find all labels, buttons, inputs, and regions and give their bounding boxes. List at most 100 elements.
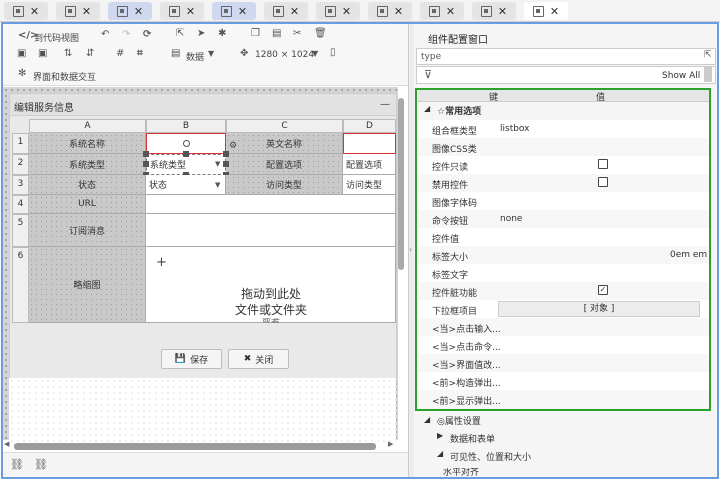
close-tab-icon[interactable]: ✕ [342, 6, 351, 17]
document-tab[interactable]: ✕ [472, 2, 516, 20]
add-file-button[interactable]: + [156, 255, 167, 270]
section-attribute-settings[interactable]: ◎属性设置 [437, 414, 481, 427]
close-tab-icon[interactable]: ✕ [394, 6, 403, 17]
close-tab-icon[interactable]: ✕ [82, 6, 91, 17]
close-tab-icon[interactable]: ✕ [498, 6, 507, 17]
type-search-input[interactable]: type [416, 48, 716, 65]
document-icon [220, 5, 232, 17]
chevron-down-icon[interactable]: ▼ [215, 160, 220, 168]
document-tab[interactable]: ✕ [264, 2, 308, 20]
save-button[interactable]: 💾 保存 [161, 349, 222, 369]
close-tab-icon[interactable]: ✕ [30, 6, 39, 17]
grid-icon[interactable]: # [116, 48, 124, 60]
minimize-button[interactable]: — [380, 99, 390, 110]
expand-icon[interactable]: ▶ [437, 431, 443, 440]
align-top-icon[interactable]: ⇅ [64, 48, 72, 60]
design-canvas-lower[interactable] [9, 378, 396, 442]
document-icon [272, 5, 284, 17]
mobile-icon[interactable]: ▯ [330, 47, 336, 59]
row-header-1[interactable]: 1 [12, 133, 29, 154]
row-header-4[interactable]: 4 [12, 195, 29, 214]
interaction-button[interactable]: 界面和数据交互 [33, 70, 96, 83]
document-tab[interactable]: ✕ [316, 2, 360, 20]
gear-icon[interactable]: ⚙ [229, 141, 237, 151]
document-tab[interactable]: ✕ [524, 2, 568, 20]
close-button[interactable]: ✖ 关闭 [228, 349, 289, 369]
radio-icon [182, 140, 190, 147]
snap-grid-icon[interactable]: ⌗ [137, 48, 143, 60]
status-combobox[interactable]: 状态 [146, 175, 226, 195]
row-header-3[interactable]: 3 [12, 175, 29, 195]
redo-icon[interactable]: ↷ [122, 29, 130, 41]
align-bottom-icon[interactable]: ⇵ [86, 48, 94, 60]
resize-handle[interactable] [143, 151, 149, 157]
resize-handle[interactable] [223, 161, 229, 167]
copy-icon[interactable]: ❐ [251, 28, 260, 40]
scroll-left-icon[interactable]: ◀ [4, 440, 9, 448]
url-input[interactable] [146, 195, 396, 214]
collapse-icon[interactable]: ◢ [437, 449, 443, 458]
undo-icon[interactable]: ↶ [101, 29, 109, 41]
subscription-input[interactable] [146, 214, 396, 247]
refresh-icon[interactable]: ⟳ [143, 29, 151, 41]
collapse-arrow-icon[interactable]: › [409, 245, 412, 254]
resize-handle[interactable] [143, 161, 149, 167]
column-header-d[interactable]: D [343, 119, 396, 133]
document-tab[interactable]: ✕ [4, 2, 48, 20]
row-header-5[interactable]: 5 [12, 214, 29, 247]
close-tab-icon[interactable]: ✕ [446, 6, 455, 17]
document-icon [532, 5, 544, 17]
access-type-input[interactable]: 访问类型 [343, 175, 396, 195]
filter-icon[interactable]: ⊽ [424, 68, 432, 81]
delete-icon[interactable]: 🗑 [314, 28, 327, 40]
unlink-icon[interactable]: ⛓ [34, 458, 48, 471]
chevron-down-icon: ▼ [312, 49, 319, 58]
column-header-a[interactable]: A [29, 119, 146, 133]
document-tab[interactable]: ✕ [368, 2, 412, 20]
column-header-c[interactable]: C [226, 119, 343, 133]
document-tab[interactable]: ✕ [56, 2, 100, 20]
close-tab-icon[interactable]: ✕ [186, 6, 195, 17]
chevron-down-icon[interactable]: ▼ [215, 181, 220, 189]
document-tab[interactable]: ✕ [108, 2, 152, 20]
resolution-dropdown[interactable]: 1280 × 1024 [255, 50, 314, 60]
config-option-input[interactable]: 配置选项 [343, 154, 396, 175]
document-tab[interactable]: ✕ [420, 2, 464, 20]
row-header-6[interactable]: 6 [12, 247, 29, 323]
show-all-button[interactable]: Show All [662, 71, 700, 81]
export-icon[interactable]: ⇱ [176, 28, 184, 40]
config-window-title: 组件配置窗口 [428, 35, 488, 46]
scroll-right-icon[interactable]: ▶ [388, 440, 393, 448]
sub-item-horizontal-align[interactable]: 水平对齐 [443, 468, 479, 478]
horizontal-scrollbar[interactable] [14, 443, 376, 450]
close-tab-icon[interactable]: ✕ [290, 6, 299, 17]
cut-icon[interactable]: ✂ [293, 28, 301, 40]
vertical-scrollbar[interactable] [398, 98, 404, 270]
expand-icon[interactable]: ⇱ [704, 50, 712, 60]
row-header-2[interactable]: 2 [12, 154, 29, 175]
close-tab-icon[interactable]: ✕ [238, 6, 247, 17]
paste-icon[interactable]: ▤ [272, 28, 281, 40]
collapse-icon[interactable]: ◢ [424, 415, 430, 424]
document-tab[interactable]: ✕ [160, 2, 204, 20]
to-code-view-button[interactable]: 到代码视图 [34, 31, 79, 44]
send-back-icon[interactable]: ▣ [38, 48, 47, 60]
document-icon [116, 5, 128, 17]
english-name-input[interactable] [343, 133, 396, 154]
resize-handle[interactable] [183, 151, 189, 157]
close-tab-icon[interactable]: ✕ [134, 6, 143, 17]
debug-icon[interactable]: ✱ [218, 28, 226, 40]
sub-item-visibility[interactable]: 可见性、位置和大小 [450, 450, 531, 463]
column-header-b[interactable]: B [146, 119, 226, 133]
document-tab[interactable]: ✕ [212, 2, 256, 20]
close-tab-icon[interactable]: ✕ [550, 6, 559, 17]
data-dropdown[interactable]: 数据 [186, 50, 204, 63]
link-icon[interactable]: ⛓ [10, 458, 24, 471]
bring-front-icon[interactable]: ▣ [17, 48, 26, 60]
right-scrollbar[interactable] [704, 66, 712, 82]
sub-item-data-form[interactable]: 数据和表单 [450, 432, 495, 445]
bottom-bar [3, 452, 408, 477]
drop-zone-text: 文件或文件夹 [234, 303, 307, 317]
resize-handle[interactable] [223, 151, 229, 157]
send-icon[interactable]: ➤ [197, 28, 205, 40]
